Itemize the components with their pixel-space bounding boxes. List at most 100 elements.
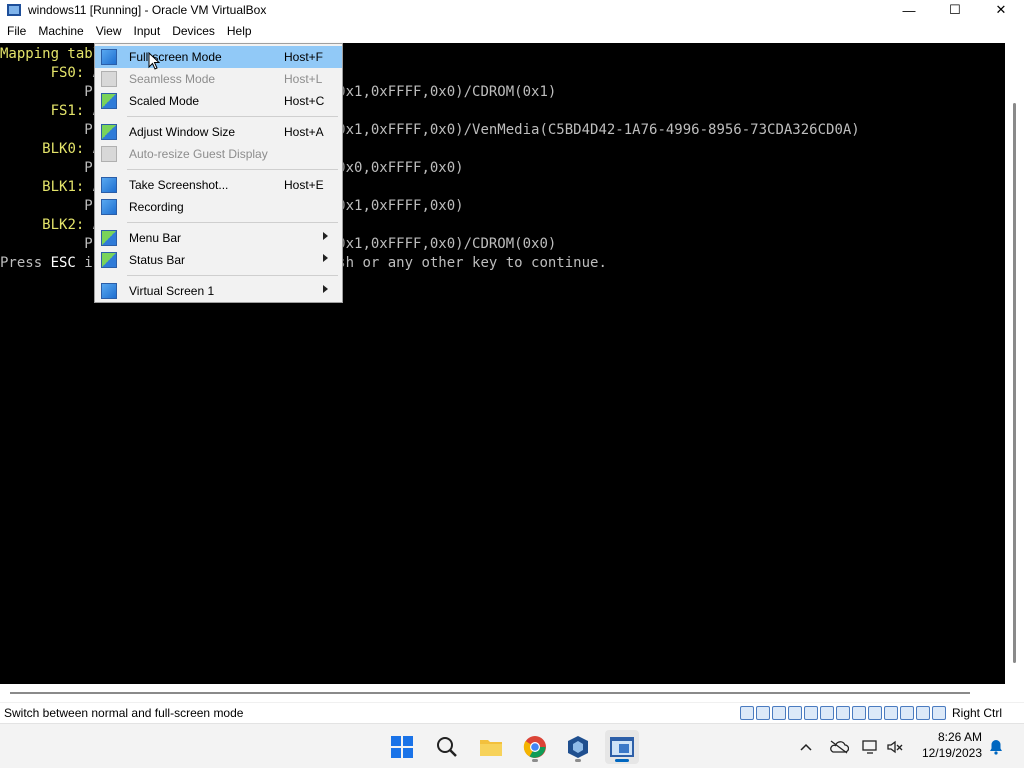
menu-item-status-bar[interactable]: Status Bar: [95, 249, 342, 271]
full-screen-mode-icon: [101, 49, 117, 65]
show-hidden-icons-button[interactable]: [795, 724, 817, 769]
menu-item-label: Adjust Window Size: [129, 125, 236, 139]
arrow-cursor-icon: [148, 51, 161, 70]
virtual-screen-1-icon: [101, 283, 117, 299]
horizontal-scrollbar[interactable]: [0, 684, 1024, 702]
menu-item-label: Auto-resize Guest Display: [129, 147, 268, 161]
scaled-mode-icon: [101, 93, 117, 109]
adjust-window-size-icon: [101, 124, 117, 140]
clock-time: 8:26 AM: [937, 730, 982, 744]
search-icon: [437, 737, 457, 757]
running-indicator: [575, 759, 581, 762]
chevron-up-icon: [800, 743, 812, 751]
menu-item-shortcut: Host+C: [284, 94, 325, 108]
status-indicator-icon[interactable]: [931, 706, 946, 720]
title-bar[interactable]: windows11 [Running] - Oracle VM VirtualB…: [0, 0, 1024, 20]
onedrive-tray-button[interactable]: [827, 724, 851, 769]
menu-view[interactable]: View: [89, 20, 128, 43]
folder-icon: [480, 740, 502, 756]
menu-item-label: Recording: [129, 200, 184, 214]
menu-item-auto-resize-guest-display: Auto-resize Guest Display: [95, 143, 342, 165]
menu-item-shortcut: Host+F: [284, 50, 324, 64]
taskbar-search-button[interactable]: [430, 730, 464, 764]
status-indicator-icon[interactable]: [787, 706, 802, 720]
menu-file[interactable]: File: [1, 20, 32, 43]
status-indicator-icon[interactable]: [915, 706, 930, 720]
menu-separator: [95, 218, 342, 227]
vertical-scroll-thumb[interactable]: [1013, 103, 1016, 663]
network-tray-button[interactable]: [859, 724, 881, 769]
status-indicator-icon[interactable]: [899, 706, 914, 720]
menu-item-seamless-mode: Seamless Mode Host+L: [95, 68, 342, 90]
menu-item-take-screenshot[interactable]: Take Screenshot... Host+E: [95, 174, 342, 196]
menu-item-label: Virtual Screen 1: [129, 284, 215, 298]
taskbar: 8:26 AM 12/19/2023: [0, 723, 1024, 768]
taskbar-clock[interactable]: 8:26 AM 12/19/2023: [922, 729, 982, 761]
vm-window-icon: [610, 737, 634, 757]
menu-item-virtual-screen-1[interactable]: Virtual Screen 1: [95, 280, 342, 302]
menu-item-shortcut: Host+E: [284, 178, 324, 192]
close-button[interactable]: ✕: [978, 0, 1024, 20]
notifications-button[interactable]: [986, 724, 1006, 769]
virtualbox-vm-button[interactable]: [605, 730, 639, 764]
menu-item-label: Status Bar: [129, 253, 186, 267]
menu-help[interactable]: Help: [221, 20, 258, 43]
file-explorer-button[interactable]: [474, 730, 508, 764]
menu-item-label: Seamless Mode: [129, 72, 216, 86]
menu-item-label: Menu Bar: [129, 231, 182, 245]
chrome-button[interactable]: [518, 730, 552, 764]
take-screenshot-icon: [101, 177, 117, 193]
menu-item-scaled-mode[interactable]: Scaled Mode Host+C: [95, 90, 342, 112]
cloud-offline-icon: [830, 739, 849, 754]
status-indicator-icon[interactable]: [803, 706, 818, 720]
virtualbox-manager-button[interactable]: [561, 730, 595, 764]
submenu-arrow-icon: [323, 254, 328, 262]
menu-bar-icon: [101, 230, 117, 246]
menu-item-shortcut: Host+A: [284, 125, 324, 139]
running-indicator: [532, 759, 538, 762]
start-button[interactable]: [385, 730, 419, 764]
menu-input[interactable]: Input: [128, 20, 167, 43]
clock-date: 12/19/2023: [921, 746, 982, 760]
menu-separator: [95, 112, 342, 121]
network-icon: [862, 739, 877, 754]
seamless-mode-icon: [101, 71, 117, 87]
virtualbox-icon: [7, 4, 21, 16]
view-menu-dropdown: Full-screen Mode Host+F Seamless Mode Host+…: [94, 43, 343, 303]
menu-separator: [95, 165, 342, 174]
menu-machine[interactable]: Machine: [32, 20, 89, 43]
status-indicator-icon[interactable]: [883, 706, 898, 720]
virtualbox-icon: [568, 736, 588, 758]
status-bar-icon: [101, 252, 117, 268]
status-indicators: [739, 706, 946, 720]
status-message: Switch between normal and full-screen mo…: [4, 706, 244, 720]
horizontal-scroll-thumb[interactable]: [10, 692, 970, 694]
windows-start-icon: [391, 736, 413, 758]
status-indicator-icon[interactable]: [819, 706, 834, 720]
status-indicator-icon[interactable]: [755, 706, 770, 720]
speaker-muted-icon: [887, 740, 903, 753]
status-indicator-icon[interactable]: [851, 706, 866, 720]
menu-devices[interactable]: Devices: [166, 20, 221, 43]
menu-item-recording[interactable]: Recording: [95, 196, 342, 218]
vertical-scrollbar[interactable]: [1005, 43, 1024, 684]
menu-item-adjust-window-size[interactable]: Adjust Window Size Host+A: [95, 121, 342, 143]
maximize-button[interactable]: ☐: [932, 0, 978, 20]
menu-separator: [95, 271, 342, 280]
status-indicator-icon[interactable]: [739, 706, 754, 720]
menu-item-label: Take Screenshot...: [129, 178, 229, 192]
chrome-icon: [523, 736, 546, 758]
recording-icon: [101, 199, 117, 215]
status-indicator-icon[interactable]: [835, 706, 850, 720]
host-key-label: Right Ctrl: [951, 706, 1002, 720]
status-bar: Switch between normal and full-screen mo…: [0, 702, 1024, 723]
status-indicator-icon[interactable]: [867, 706, 882, 720]
auto-resize-guest-display-icon: [101, 146, 117, 162]
menu-item-menu-bar[interactable]: Menu Bar: [95, 227, 342, 249]
volume-tray-button[interactable]: [884, 724, 906, 769]
menu-item-full-screen-mode[interactable]: Full-screen Mode Host+F: [95, 46, 342, 68]
status-indicator-icon[interactable]: [771, 706, 786, 720]
minimize-button[interactable]: —: [886, 0, 932, 20]
menu-item-shortcut: Host+L: [284, 72, 323, 86]
window-title: windows11 [Running] - Oracle VM VirtualB…: [28, 3, 267, 17]
